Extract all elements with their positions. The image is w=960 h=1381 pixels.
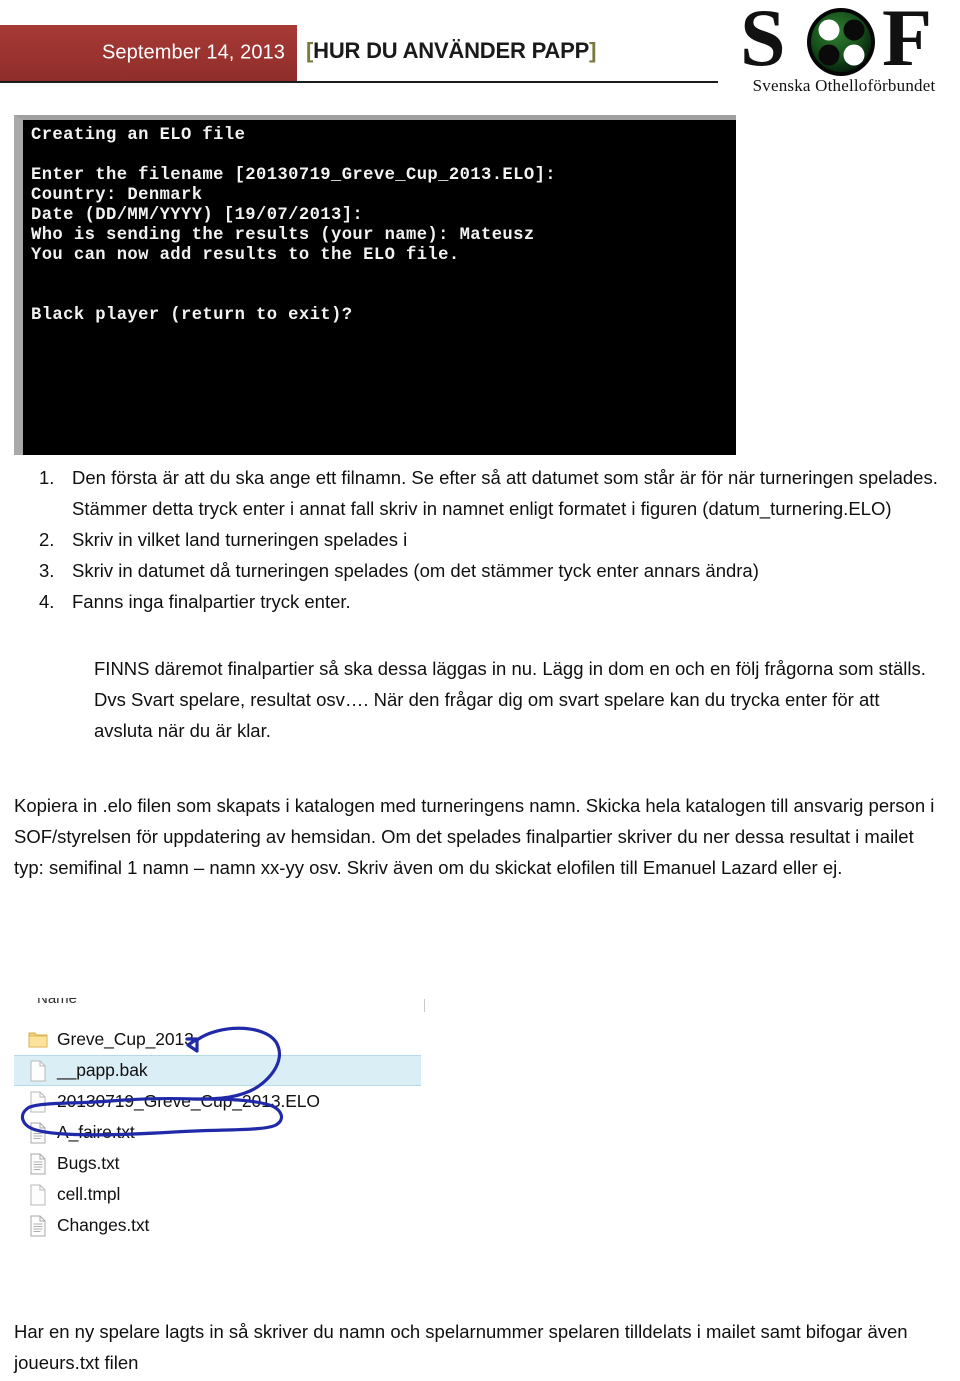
file-name: Bugs.txt [57,1153,120,1173]
paragraph-new-player: Har en ny spelare lagts in så skriver du… [14,1321,908,1373]
file-list-rows: Greve_Cup_2013 __papp.bak 20130719_Greve… [14,1024,444,1241]
table-row[interactable]: __papp.bak [14,1055,421,1086]
closing-note: Har en ny spelare lagts in så skriver du… [0,1316,960,1378]
table-row[interactable]: A_faire.txt [14,1117,444,1148]
file-explorer-screenshot: Name Greve_Cup_2013 __papp.bak 20130719_… [14,998,444,1256]
logo-othello-board-o [807,8,875,76]
logo-caption: Svenska Othelloförbundet [752,76,936,95]
sof-logo-mark: S F [740,2,932,78]
column-header-name: Name [37,998,78,1007]
paragraph-finals: FINNS däremot finalpartier så ska dessa … [94,658,926,741]
file-name: Changes.txt [57,1215,150,1235]
logo-letter-f: F [882,2,932,78]
file-name: __papp.bak [57,1060,148,1080]
logo-disc-white-bottom-right [843,44,865,66]
instructions-content: Den första är att du ska ange ett filnam… [0,462,960,883]
text-file-icon [28,1153,48,1175]
file-name: 20130719_Greve_Cup_2013.ELO [57,1091,320,1111]
table-row[interactable]: Bugs.txt [14,1148,444,1179]
file-icon [28,1184,48,1206]
header-divider-rule [0,81,718,83]
table-row[interactable]: cell.tmpl [14,1179,444,1210]
page-title: [HUR DU ANVÄNDER PAPP] [306,38,596,64]
text-file-icon [28,1122,48,1144]
file-list-column-header: Name [14,998,444,1012]
file-name: A_faire.txt [57,1122,135,1142]
table-row[interactable]: Changes.txt [14,1210,444,1241]
page-header: September 14, 2013 [HUR DU ANVÄNDER PAPP… [0,0,960,110]
paragraph-copy-instructions: Kopiera in .elo filen som skapats i kata… [14,795,935,878]
header-date-banner: September 14, 2013 [0,25,297,81]
list-item: Den första är att du ska ange ett filnam… [39,462,938,519]
terminal-screenshot: Creating an ELO file Enter the filename … [14,115,736,455]
text-file-icon [28,1215,48,1237]
sof-logo: S F Svenska Othelloförbundet [734,2,954,107]
logo-letter-s: S [740,2,786,78]
logo-disc-black-bottom-left [818,44,840,66]
title-close-bracket: ] [589,38,597,63]
table-row[interactable]: Greve_Cup_2013 [14,1024,444,1055]
terminal-output: Creating an ELO file Enter the filename … [31,126,556,325]
title-text: HUR DU ANVÄNDER PAPP [313,38,590,63]
logo-disc-black-top-right [843,19,865,41]
file-icon [28,1060,48,1082]
header-date: September 14, 2013 [101,41,285,64]
file-name: Greve_Cup_2013 [57,1029,194,1049]
folder-icon [28,1029,48,1051]
column-divider [424,999,425,1012]
list-item: Fanns inga finalpartier tryck enter. [39,586,351,617]
table-row[interactable]: 20130719_Greve_Cup_2013.ELO [14,1086,444,1117]
logo-disc-white-top-left [818,19,840,41]
list-item: Skriv in datumet då turneringen spelades… [39,555,759,586]
file-icon [28,1091,48,1113]
steps-list: Den första är att du ska ange ett filnam… [0,462,960,617]
list-item: Skriv in vilket land turneringen spelade… [39,524,408,555]
file-name: cell.tmpl [57,1184,121,1204]
